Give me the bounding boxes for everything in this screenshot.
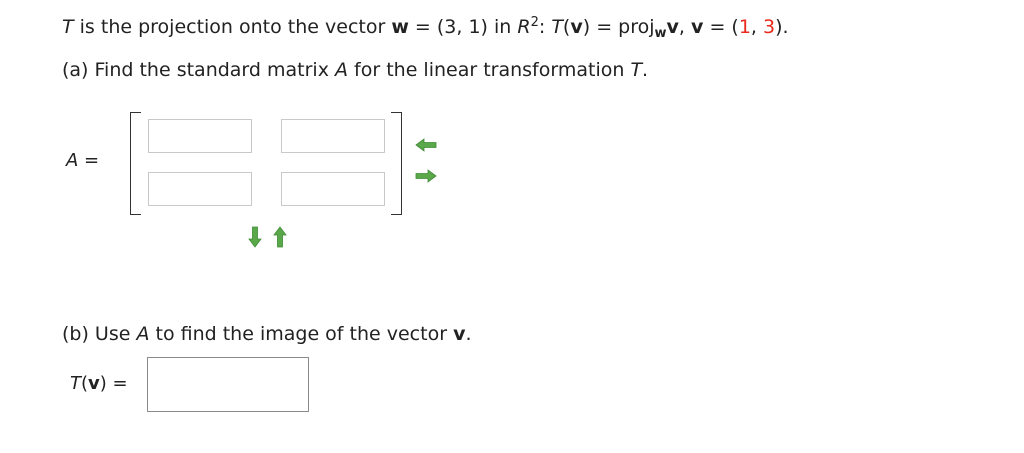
matrix-cell-2-2[interactable] [281, 172, 385, 206]
answer-label: T(v) = [70, 373, 128, 394]
matrix-cell-2-1[interactable] [148, 172, 252, 206]
t-symbol: T [62, 16, 74, 38]
r-symbol: R [517, 16, 531, 38]
matrix-label: A = [66, 150, 100, 171]
w-vector: w [391, 16, 409, 38]
arrow-down-icon[interactable] [248, 226, 262, 248]
arrow-up-icon[interactable] [273, 226, 287, 248]
part-b-prompt: (b) Use A to find the image of the vecto… [62, 323, 472, 345]
part-a-prompt: (a) Find the standard matrix A for the l… [62, 59, 649, 81]
question-text: T is the projection onto the vector w = … [62, 15, 789, 41]
arrow-left-icon[interactable] [415, 138, 437, 152]
matrix-cell-1-2[interactable] [281, 119, 385, 153]
arrow-right-icon[interactable] [415, 169, 437, 183]
proj-subscript-w: w [654, 26, 667, 41]
v-component-1: 1 [738, 16, 751, 38]
answer-input[interactable] [147, 357, 309, 412]
matrix-left-bracket [130, 112, 141, 215]
matrix-cell-1-1[interactable] [148, 119, 252, 153]
v-component-2: 3 [763, 16, 776, 38]
matrix-right-bracket [391, 112, 402, 215]
